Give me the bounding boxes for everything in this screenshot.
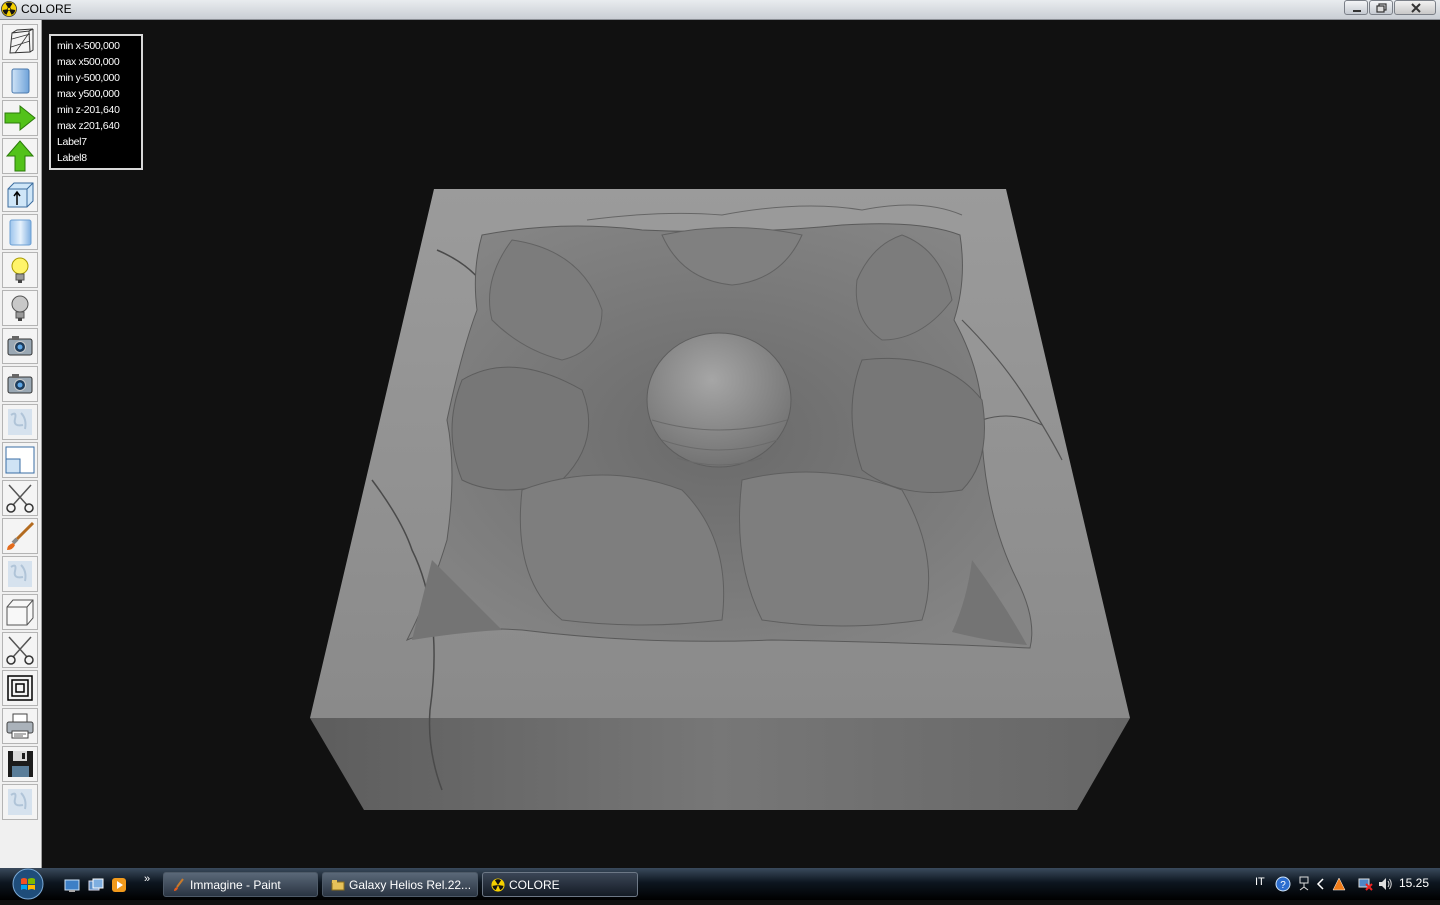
close-button[interactable] (1394, 0, 1436, 15)
taskbar: » Immagine - Paint Galaxy Helios Rel.22.… (0, 868, 1440, 900)
minimize-button[interactable] (1344, 0, 1368, 15)
arrow-right-icon (4, 104, 36, 132)
texture-icon (8, 561, 32, 587)
radiation-icon (491, 878, 505, 892)
start-button[interactable] (8, 868, 48, 900)
tool-cut-1[interactable] (2, 480, 38, 516)
chevron-left-icon[interactable] (1315, 876, 1325, 892)
lightbulb-off-icon (11, 295, 29, 321)
tool-camera-2[interactable] (2, 366, 38, 402)
taskbar-item-label: COLORE (509, 878, 560, 892)
tool-smooth-view[interactable] (2, 214, 38, 250)
volume-icon[interactable] (1377, 876, 1393, 892)
texture-icon (8, 789, 32, 815)
tool-paint[interactable] (2, 518, 38, 554)
tool-window-layout[interactable] (2, 442, 38, 478)
floppy-disk-icon (8, 751, 33, 777)
tool-light-off[interactable] (2, 290, 38, 326)
taskbar-item-colore[interactable]: COLORE (482, 872, 638, 897)
radiation-icon (1, 1, 17, 17)
tool-cut-2[interactable] (2, 632, 38, 668)
tool-contour[interactable] (2, 670, 38, 706)
tool-extrude[interactable] (2, 176, 38, 212)
bounds-info-panel: min x-500,000 max x500,000 min y-500,000… (49, 34, 143, 170)
brush-icon (7, 521, 35, 550)
media-player-icon[interactable] (111, 877, 127, 893)
window-icon (5, 446, 35, 474)
tool-marble-texture-2[interactable] (2, 556, 38, 592)
taskbar-item-label: Galaxy Helios Rel.22... (349, 878, 472, 892)
info-min-x: min x-500,000 (57, 40, 120, 52)
clock[interactable]: 15.25 (1399, 876, 1429, 890)
box-arrow-icon (7, 182, 34, 208)
tool-move-up[interactable] (2, 138, 38, 174)
lightbulb-on-icon (11, 257, 29, 283)
3d-viewport[interactable]: min x-500,000 max x500,000 min y-500,000… (42, 20, 1440, 868)
maximize-button[interactable] (1369, 0, 1393, 15)
network-icon[interactable] (1297, 876, 1311, 892)
printer-icon (6, 713, 34, 739)
tool-light-on[interactable] (2, 252, 38, 288)
folder-icon (331, 880, 345, 891)
info-max-y: max y500,000 (57, 88, 120, 100)
svg-text:?: ? (1280, 880, 1286, 891)
connection-status-icon[interactable] (1357, 876, 1373, 892)
camera-icon (7, 374, 33, 394)
tool-cube[interactable] (2, 594, 38, 630)
arrow-up-icon (5, 140, 35, 172)
solid-block-icon (11, 68, 30, 94)
quick-launch-more-icon[interactable]: » (144, 873, 150, 885)
info-max-z: max z201,640 (57, 120, 120, 132)
cylinder-icon (9, 219, 32, 246)
info-min-y: min y-500,000 (57, 72, 120, 84)
window-title: COLORE (21, 2, 72, 16)
scissors-icon (6, 484, 34, 513)
switch-windows-icon[interactable] (88, 877, 104, 893)
title-bar: COLORE (0, 0, 1440, 20)
texture-icon (8, 409, 32, 435)
tool-save[interactable] (2, 746, 38, 782)
info-max-x: max x500,000 (57, 56, 120, 68)
paint-icon (174, 878, 184, 891)
taskbar-item-paint[interactable]: Immagine - Paint (163, 872, 318, 897)
taskbar-item-label: Immagine - Paint (190, 878, 281, 892)
update-icon[interactable] (1331, 876, 1347, 892)
marble-rosette-model (310, 189, 1130, 810)
camera-icon (7, 336, 33, 356)
tool-move-right[interactable] (2, 100, 38, 136)
restore-icon (1376, 3, 1387, 13)
minimize-icon (1353, 10, 1361, 12)
info-min-z: min z-201,640 (57, 104, 120, 116)
tool-solid-view[interactable] (2, 62, 38, 98)
help-icon[interactable]: ? (1275, 876, 1291, 892)
language-indicator[interactable]: IT (1255, 876, 1265, 888)
scissors-icon (6, 636, 34, 665)
tool-marble-texture-3[interactable] (2, 784, 38, 820)
show-desktop-icon[interactable] (64, 877, 80, 893)
info-label8: Label8 (57, 152, 87, 164)
wireframe-icon (9, 28, 34, 54)
windows-logo-icon (12, 868, 44, 900)
tool-camera-1[interactable] (2, 328, 38, 364)
tool-palette (0, 20, 42, 868)
tool-marble-texture-1[interactable] (2, 404, 38, 440)
tool-print[interactable] (2, 708, 38, 744)
tool-wireframe-view[interactable] (2, 24, 38, 60)
concentric-squares-icon (7, 675, 33, 701)
cube-icon (6, 599, 34, 626)
system-tray: IT ? 15.25 (1245, 868, 1440, 900)
close-icon (1411, 3, 1421, 13)
info-label7: Label7 (57, 136, 87, 148)
taskbar-item-galaxy-helios[interactable]: Galaxy Helios Rel.22... (322, 872, 478, 897)
